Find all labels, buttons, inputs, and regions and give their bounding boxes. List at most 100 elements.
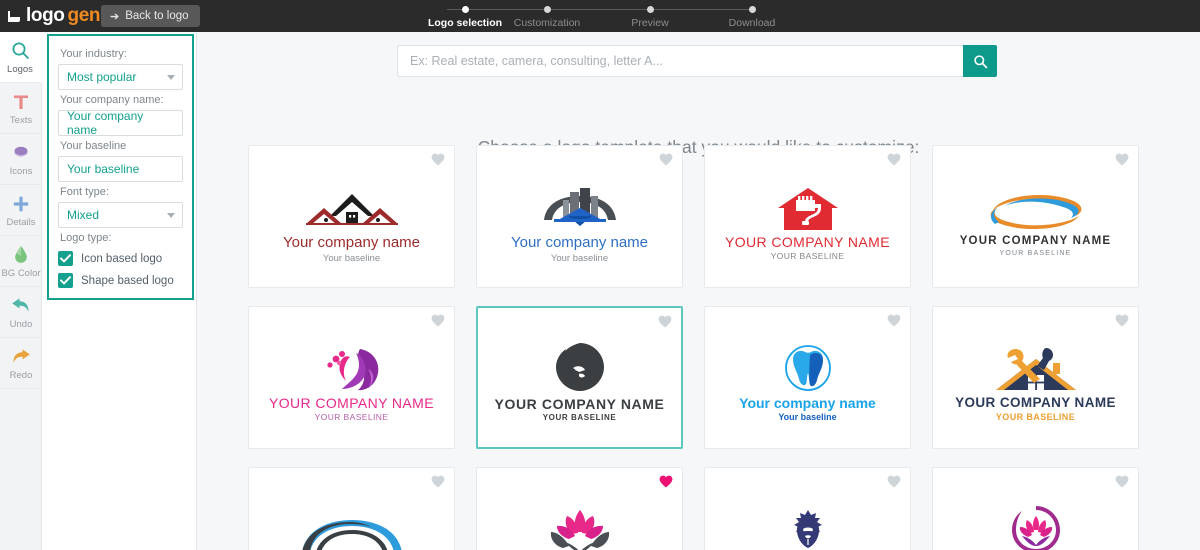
logo-template-card[interactable]: YOUR COMPANY NAMEYOUR BASELINE (476, 306, 683, 449)
lotus-hands-icon (545, 502, 615, 550)
logo-preview: Your company nameYour baseline (705, 341, 910, 423)
rail-item-icons[interactable]: Icons (0, 134, 42, 185)
step-label: Download (728, 16, 776, 29)
logo-template-card[interactable]: Your company nameYour baseline (704, 467, 911, 550)
logo-template-card[interactable]: YOUR COMPANY NAMEYOUR BASELINE (704, 145, 911, 288)
logo-preview: Your company nameYour baseline (705, 502, 910, 550)
redo-icon (11, 346, 31, 368)
undo-icon (11, 295, 31, 317)
logo-company-name: Your company name (282, 234, 421, 251)
droplet-icon (13, 244, 29, 266)
checkbox-icon-based-logo[interactable]: Icon based logo (58, 251, 183, 266)
logo-company-name: YOUR COMPANY NAME (494, 396, 665, 412)
heart-outline-icon[interactable] (1115, 314, 1129, 327)
rail-label: Undo (9, 318, 33, 330)
rail-item-logos[interactable]: Logos (0, 32, 42, 83)
heart-outline-icon[interactable] (1115, 153, 1129, 166)
baseline-value: Your baseline (67, 162, 140, 176)
heart-outline-icon[interactable] (431, 153, 445, 166)
step-dot (543, 5, 551, 13)
logo-preview: Your company nameYour baseline (249, 180, 454, 264)
checkbox-label: Icon based logo (81, 252, 163, 265)
lion-circle-icon (553, 342, 607, 394)
company-name-value: Your company name (67, 109, 144, 137)
rail-label: Icons (9, 165, 33, 177)
logo-template-card[interactable]: YOUR COMPANY NAMEYOUR BASELINE (932, 306, 1139, 449)
heart-outline-icon[interactable] (431, 314, 445, 327)
logo-template-card[interactable]: YOUR COMPANY NAMEYOUR BASELINE (476, 467, 683, 550)
logo-template-card[interactable]: YOUR COMPANY NAMEYOUR BASELINE (932, 145, 1139, 288)
heart-outline-icon[interactable] (887, 153, 901, 166)
heart-outline-icon[interactable] (431, 475, 445, 488)
step-label: Customization (513, 16, 581, 29)
baseline-input[interactable]: Your baseline (58, 156, 183, 182)
options-panel: Your industry: Most popular Your company… (42, 32, 197, 550)
house-roof-icon (298, 180, 406, 232)
heart-outline-icon[interactable] (887, 475, 901, 488)
rail-item-texts[interactable]: Texts (0, 83, 42, 134)
logo-preview: YOUR COMPANY NAMEYOUR BASELINE (478, 342, 681, 423)
logogenie-logo[interactable]: logo genie (8, 0, 116, 32)
logo-baseline: YOUR BASELINE (542, 413, 617, 423)
logo-baseline: YOUR BASELINE (995, 411, 1076, 422)
rail-item-details[interactable]: Details (0, 185, 42, 236)
logo-template-card[interactable]: YOUR COMPANY NAMEYOUR BASELINE (248, 306, 455, 449)
logo-company-name: YOUR COMPANY NAME (959, 235, 1112, 247)
swoosh-rings-icon (971, 180, 1101, 232)
tool-rail: Logos Texts Icons Details BG Color Undo … (0, 32, 42, 550)
step-preview[interactable]: Preview (595, 3, 705, 29)
logo-template-card[interactable]: Your company nameYour baseline (704, 306, 911, 449)
arrow-right-icon: ➔ (110, 10, 120, 23)
heart-outline-icon[interactable] (1115, 475, 1129, 488)
search-submit-button[interactable] (963, 45, 997, 77)
rail-label: Logos (7, 63, 33, 75)
checkbox-shape-based-logo[interactable]: Shape based logo (58, 273, 183, 288)
lion-crest-icon (785, 502, 831, 550)
chevron-down-icon (167, 75, 175, 80)
logo-preview: YOUR COMPANY NAMEYOUR BASELINE (933, 341, 1138, 423)
rail-item-undo[interactable]: Undo (0, 287, 42, 338)
logo-template-card[interactable]: YOUR COMPANY NAMEYOUR BASELINE (248, 467, 455, 550)
step-customization[interactable]: Customization (492, 3, 602, 29)
heart-outline-icon[interactable] (658, 315, 672, 328)
baseline-label: Your baseline (60, 140, 127, 152)
search-input[interactable] (397, 45, 963, 77)
font-type-select[interactable]: Mixed (58, 202, 183, 228)
step-dot (748, 5, 756, 13)
rail-item-redo[interactable]: Redo (0, 338, 42, 389)
logo-options-form: Your industry: Most popular Your company… (47, 34, 194, 300)
industry-select[interactable]: Most popular (58, 64, 183, 90)
heart-outline-icon[interactable] (887, 314, 901, 327)
logo-preview: YOUR COMPANY NAMEYOUR BASELINE (933, 180, 1138, 257)
logo-preview: YOUR COMPANY NAMEYOUR BASELINE (705, 180, 910, 262)
logo-company-name: YOUR COMPANY NAME (269, 395, 434, 411)
logo-template-card[interactable]: Your company nameYour baseline (476, 145, 683, 288)
logo-preview: YOUR COMPANY NAMEYOUR BASELINE (249, 341, 454, 423)
top-bar: logo genie ➔ Back to logo Logo selection … (0, 0, 1200, 32)
company-name-input[interactable]: Your company name (58, 109, 183, 137)
logo-baseline: Your baseline (778, 412, 837, 423)
logo-baseline: YOUR BASELINE (314, 412, 389, 423)
step-download[interactable]: Download (697, 3, 807, 29)
industry-value: Most popular (67, 70, 137, 84)
logo-template-card[interactable]: Your company nameYour baseline (248, 145, 455, 288)
arc-bridge-icon (288, 502, 416, 550)
back-to-logo-button[interactable]: ➔ Back to logo (101, 5, 200, 27)
logo-baseline: Your baseline (322, 252, 381, 264)
rail-item-bg-color[interactable]: BG Color (0, 236, 42, 287)
rail-label: Texts (9, 114, 33, 126)
city-buildings-icon (530, 180, 630, 232)
rail-label: Details (6, 216, 36, 228)
rail-label: Redo (9, 369, 33, 381)
checkbox-label: Shape based logo (81, 274, 174, 287)
logo-template-card[interactable]: Your company nameYour baseline (932, 467, 1139, 550)
chevron-down-icon (167, 213, 175, 218)
house-paint-icon (775, 180, 841, 232)
heart-filled-icon[interactable] (659, 475, 673, 488)
text-t-icon (12, 91, 30, 113)
logo-baseline: YOUR BASELINE (770, 251, 845, 262)
icons-icon (12, 142, 30, 164)
plus-icon (12, 193, 30, 215)
logo-preview: Your company nameYour baseline (933, 502, 1138, 550)
heart-outline-icon[interactable] (659, 153, 673, 166)
